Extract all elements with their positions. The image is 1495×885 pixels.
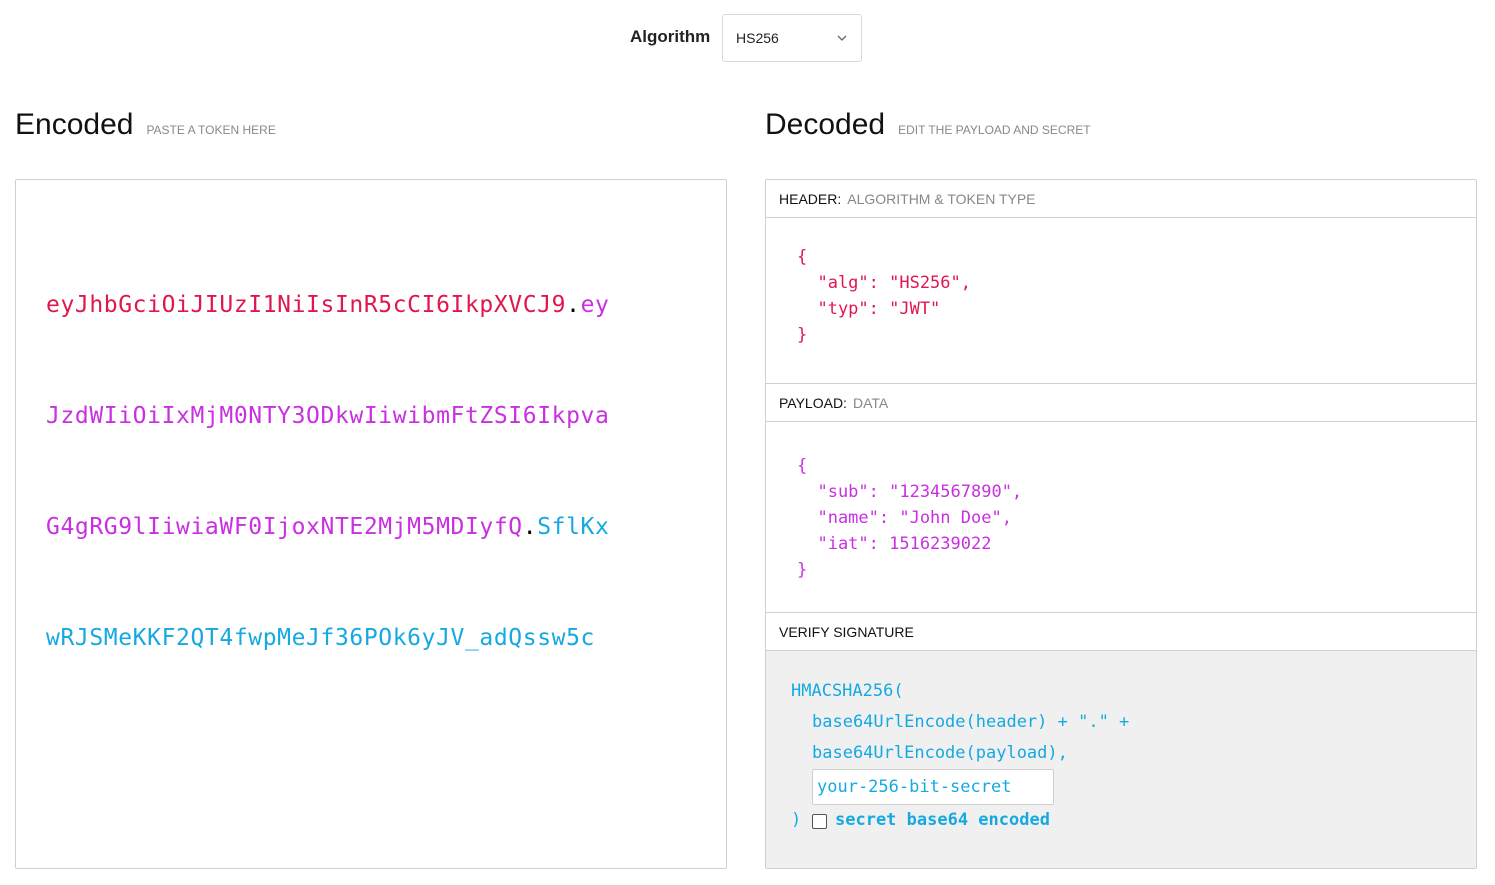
payload-section-label: PAYLOAD: bbox=[779, 394, 847, 411]
header-json-editor[interactable]: { "alg": "HS256", "typ": "JWT" } bbox=[766, 218, 1476, 383]
token-line: wRJSMeKKF2QT4fwpMeJf36POk6yJV_adQssw5c bbox=[46, 620, 646, 657]
header-json[interactable]: { "alg": "HS256", "typ": "JWT" } bbox=[797, 244, 971, 348]
encoded-title: Encoded bbox=[15, 108, 134, 141]
token-line: G4gRG9lIiwiaWF0IjoxNTE2MjM5MDIyfQ.SflKx bbox=[46, 509, 646, 546]
hmac-line: HMACSHA256( bbox=[791, 681, 904, 701]
verify-section-label: VERIFY SIGNATURE bbox=[779, 623, 914, 640]
decoded-title: Decoded bbox=[765, 108, 886, 141]
token-payload-part: JzdWIiOiIxMjM0NTY3ODkwIiwibmFtZSI6Ikpva bbox=[46, 403, 610, 429]
header-section-label: HEADER: bbox=[779, 190, 842, 207]
token-line: JzdWIiOiIxMjM0NTY3ODkwIiwibmFtZSI6Ikpva bbox=[46, 398, 646, 435]
secret-input[interactable]: your-256-bit-secret bbox=[812, 769, 1054, 805]
close-paren: ) bbox=[791, 810, 802, 830]
decoded-heading: Decoded EDIT THE PAYLOAD AND SECRET bbox=[765, 108, 1091, 142]
token-dot: . bbox=[566, 292, 581, 318]
payload-encode-line: base64UrlEncode(payload), bbox=[812, 743, 1068, 763]
base64-encoded-checkbox[interactable] bbox=[812, 814, 827, 829]
header-section-sublabel: ALGORITHM & TOKEN TYPE bbox=[847, 190, 1036, 207]
verify-section-title: VERIFY SIGNATURE bbox=[766, 613, 1476, 651]
token-signature-part: wRJSMeKKF2QT4fwpMeJf36POk6yJV_adQssw5c bbox=[46, 625, 595, 651]
decoded-subtitle: EDIT THE PAYLOAD AND SECRET bbox=[898, 123, 1091, 137]
payload-json-editor[interactable]: { "sub": "1234567890", "name": "John Doe… bbox=[766, 422, 1476, 612]
encoded-subtitle: PASTE A TOKEN HERE bbox=[146, 123, 276, 137]
encoded-token-editor[interactable]: eyJhbGciOiJIUzI1NiIsInR5cCI6IkpXVCJ9.ey … bbox=[15, 179, 727, 869]
algorithm-label: Algorithm bbox=[630, 27, 711, 46]
base64-encoded-label[interactable]: secret base64 encoded bbox=[835, 810, 1050, 830]
algorithm-selected-value: HS256 bbox=[736, 30, 779, 46]
token-header-part: eyJhbGciOiJIUzI1NiIsInR5cCI6IkpXVCJ9 bbox=[46, 292, 567, 318]
token-signature-part: SflKx bbox=[537, 514, 610, 540]
verify-signature-body: HMACSHA256( base64UrlEncode(header) + ".… bbox=[766, 651, 1476, 868]
payload-section-sublabel: DATA bbox=[852, 394, 889, 411]
token-line: eyJhbGciOiJIUzI1NiIsInR5cCI6IkpXVCJ9.ey bbox=[46, 287, 646, 324]
decoded-panel: HEADER: ALGORITHM & TOKEN TYPE { "alg": … bbox=[765, 179, 1477, 869]
token-payload-part: ey bbox=[580, 292, 610, 318]
algorithm-select[interactable]: HS256 bbox=[722, 14, 862, 62]
encoded-token-text[interactable]: eyJhbGciOiJIUzI1NiIsInR5cCI6IkpXVCJ9.ey … bbox=[46, 213, 646, 731]
chevron-down-icon bbox=[837, 35, 847, 41]
token-dot: . bbox=[522, 514, 538, 540]
secret-input-placeholder: your-256-bit-secret bbox=[817, 777, 1012, 797]
encoded-heading: Encoded PASTE A TOKEN HERE bbox=[15, 108, 276, 142]
payload-json[interactable]: { "sub": "1234567890", "name": "John Doe… bbox=[797, 453, 1022, 583]
payload-section-title: PAYLOAD: DATA bbox=[766, 384, 1476, 422]
header-encode-line: base64UrlEncode(header) + "." + bbox=[812, 712, 1130, 732]
header-section-title: HEADER: ALGORITHM & TOKEN TYPE bbox=[766, 180, 1476, 218]
token-payload-part: G4gRG9lIiwiaWF0IjoxNTE2MjM5MDIyfQ bbox=[46, 514, 523, 540]
